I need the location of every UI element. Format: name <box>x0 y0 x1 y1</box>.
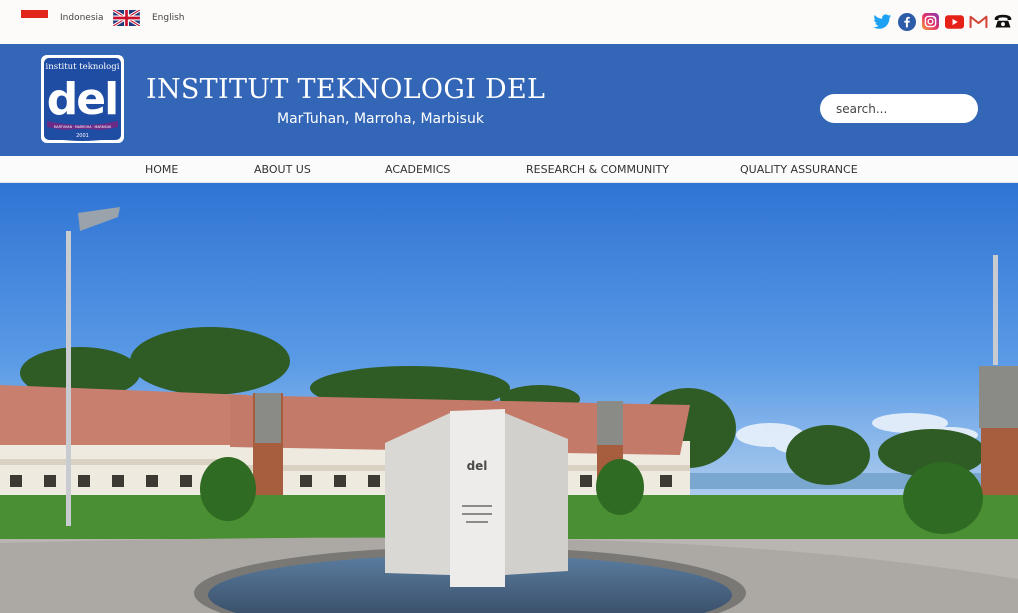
site-tagline: MarTuhan, Marroha, Marbisuk <box>277 111 484 127</box>
nav-item-quality-assurance[interactable]: QUALITY ASSURANCE <box>740 163 858 176</box>
site-title: INSTITUT TEKNOLOGI DEL <box>146 74 546 105</box>
site-header: institut teknologi del MARTUHAN · MARROH… <box>0 44 1018 156</box>
monument-logo-text: del <box>467 459 488 473</box>
search-input[interactable] <box>820 94 978 123</box>
logo-band-text: MARTUHAN · MARROHA · MARBISUK <box>54 125 112 129</box>
language-label-english[interactable]: English <box>152 13 185 23</box>
instagram-icon[interactable] <box>921 12 940 31</box>
nav-item-about-us[interactable]: ABOUT US <box>254 163 311 176</box>
main-nav: HOME ABOUT US ACADEMICS RESEARCH & COMMU… <box>0 156 1018 183</box>
youtube-icon[interactable] <box>945 12 964 31</box>
nav-item-research-community[interactable]: RESEARCH & COMMUNITY <box>526 163 669 176</box>
facebook-icon[interactable] <box>897 12 916 31</box>
twitter-icon[interactable] <box>873 12 892 31</box>
nav-item-home[interactable]: HOME <box>145 163 178 176</box>
hero-banner: del <box>0 183 1018 613</box>
institute-logo[interactable]: institut teknologi del MARTUHAN · MARROH… <box>41 55 124 143</box>
gmail-icon[interactable] <box>969 12 988 31</box>
language-english[interactable]: English <box>113 10 185 26</box>
language-indonesia[interactable]: Indonesia <box>21 10 104 26</box>
monument: del <box>385 409 568 587</box>
language-label-indonesia[interactable]: Indonesia <box>60 13 104 23</box>
social-links <box>873 12 1012 31</box>
phone-icon[interactable] <box>993 12 1012 31</box>
logo-main-text: del <box>47 74 117 125</box>
indonesia-flag-icon <box>21 10 48 26</box>
uk-flag-icon <box>113 10 140 26</box>
logo-top-text: institut teknologi <box>46 62 120 72</box>
logo-year: 2001 <box>76 133 89 139</box>
campus-photo: del <box>0 183 1018 613</box>
top-bar: Indonesia English <box>0 0 1018 44</box>
nav-item-academics[interactable]: ACADEMICS <box>385 163 450 176</box>
